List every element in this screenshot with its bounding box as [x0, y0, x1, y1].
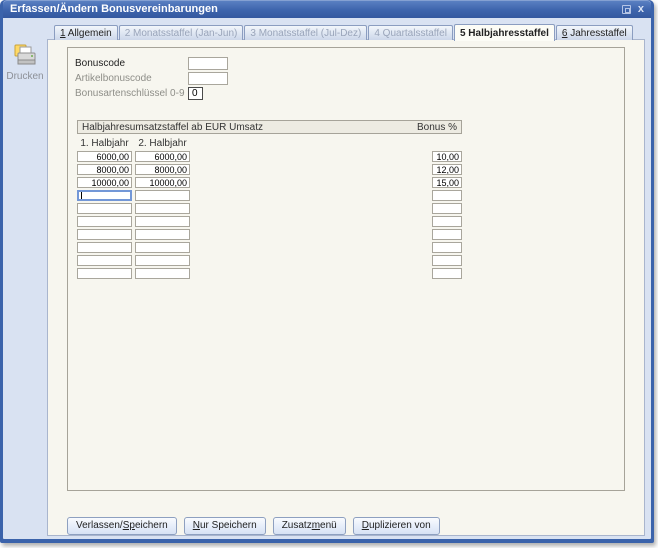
staffel-bonus-input[interactable] [432, 203, 462, 214]
staffel-bonus-input[interactable] [432, 177, 462, 188]
staffel-row [77, 216, 462, 227]
tab-halbjahresstaffel[interactable]: 5 Halbjahresstaffel [454, 24, 555, 41]
staffel-h1-input[interactable] [77, 229, 132, 240]
staffel-h1-input[interactable] [77, 203, 132, 214]
staffel-header-bar: Halbjahresumsatzstaffel ab EUR Umsatz Bo… [77, 120, 462, 134]
sidebar: Drucken [3, 18, 47, 539]
bonuscode-input[interactable] [188, 57, 228, 70]
staffel-bonus-input[interactable] [432, 255, 462, 266]
staffel-h2-input[interactable] [135, 177, 190, 188]
staffel-h2-input[interactable] [135, 268, 190, 279]
duplicate-from-button[interactable]: Duplizieren von [353, 517, 440, 535]
tab-quartalsstaffel: 4 Quartalsstaffel [368, 25, 453, 40]
staffel-row [77, 177, 462, 188]
print-button[interactable]: Drucken [6, 44, 43, 82]
staffel-row [77, 268, 462, 279]
staffel-row [77, 151, 462, 162]
staffel-h2-input[interactable] [135, 255, 190, 266]
staffel-bonus-input[interactable] [432, 151, 462, 162]
staffel-header-right: Bonus % [417, 122, 457, 133]
staffel-h2-input[interactable] [135, 242, 190, 253]
staffel-row [77, 164, 462, 175]
title-bar: Erfassen/Ändern Bonusvereinbarungen x [3, 0, 651, 18]
staffel-h1-input[interactable] [77, 216, 132, 227]
staffel-header-left: Halbjahresumsatzstaffel ab EUR Umsatz [82, 122, 263, 133]
staffel-table [75, 151, 624, 279]
window-controls: x [622, 4, 644, 14]
staffel-bonus-input[interactable] [432, 229, 462, 240]
bonuscode-row: Bonuscode [75, 56, 624, 70]
close-icon[interactable]: x [638, 4, 644, 14]
tab-jahresstaffel[interactable]: 6 Jahresstaffel [556, 25, 633, 40]
tab-allgemein[interactable]: 1 Allgemein [54, 25, 118, 40]
staffel-h1-input[interactable] [77, 255, 132, 266]
staffel-row [77, 229, 462, 240]
staffel-h1-input[interactable] [77, 242, 132, 253]
staffel-h2-input[interactable] [135, 216, 190, 227]
staffel-h2-input[interactable] [135, 229, 190, 240]
dialog-window: Erfassen/Ändern Bonusvereinbarungen x Dr… [0, 0, 654, 543]
staffel-h1-input[interactable] [77, 151, 132, 162]
bonuscode-label: Bonuscode [75, 58, 188, 69]
staffel-h1-input[interactable] [77, 177, 132, 188]
staffel-bonus-input[interactable] [432, 164, 462, 175]
staffel-h2-input[interactable] [135, 164, 190, 175]
bonusart-input[interactable] [188, 87, 203, 100]
text-caret [81, 192, 82, 199]
staffel-column-labels: 1. Halbjahr 2. Halbjahr [77, 138, 462, 149]
staffel-row [77, 190, 462, 201]
staffel-bonus-input[interactable] [432, 268, 462, 279]
staffel-h1-input-active[interactable] [77, 190, 132, 201]
staffel-row [77, 255, 462, 266]
col1-label: 1. Halbjahr [77, 138, 132, 149]
artikelbonuscode-input[interactable] [188, 72, 228, 85]
form-groupbox: Bonuscode Artikelbonuscode Bonusartensch… [67, 47, 625, 491]
restore-window-icon[interactable] [622, 5, 631, 14]
staffel-row [77, 242, 462, 253]
bonusart-row: Bonusartenschlüssel 0-9 [75, 86, 624, 100]
staffel-row [77, 203, 462, 214]
main-area: 1 Allgemein 2 Monatsstaffel (Jan-Jun) 3 … [47, 18, 651, 539]
staffel-h2-input[interactable] [135, 203, 190, 214]
artikelbonuscode-row: Artikelbonuscode [75, 71, 624, 85]
staffel-h2-input[interactable] [135, 151, 190, 162]
active-cell-wrap [77, 190, 132, 201]
printer-icon [12, 44, 39, 67]
staffel-h1-input[interactable] [77, 268, 132, 279]
save-exit-button[interactable]: Verlassen/Speichern [67, 517, 177, 535]
button-bar: Verlassen/Speichern Nur Speichern Zusatz… [67, 517, 625, 535]
tab-bar: 1 Allgemein 2 Monatsstaffel (Jan-Jun) 3 … [47, 24, 645, 40]
tab-monatsstaffel-jul-dez: 3 Monatsstaffel (Jul-Dez) [244, 25, 367, 40]
print-button-label: Drucken [6, 71, 43, 82]
staffel-bonus-input[interactable] [432, 190, 462, 201]
staffel-bonus-input[interactable] [432, 242, 462, 253]
staffel-h1-input[interactable] [77, 164, 132, 175]
staffel-h2-input[interactable] [135, 190, 190, 201]
tab-panel: Bonuscode Artikelbonuscode Bonusartensch… [47, 39, 645, 536]
save-only-button[interactable]: Nur Speichern [184, 517, 266, 535]
tab-monatsstaffel-jan-jun: 2 Monatsstaffel (Jan-Jun) [119, 25, 244, 40]
window-title: Erfassen/Ändern Bonusvereinbarungen [10, 3, 218, 15]
artikelbonuscode-label: Artikelbonuscode [75, 73, 188, 84]
bonusart-label: Bonusartenschlüssel 0-9 [75, 88, 188, 99]
staffel-bonus-input[interactable] [432, 216, 462, 227]
window-content: Drucken 1 Allgemein 2 Monatsstaffel (Jan… [3, 18, 651, 539]
col2-label: 2. Halbjahr [135, 138, 190, 149]
extras-menu-button[interactable]: Zusatzmenü [273, 517, 346, 535]
